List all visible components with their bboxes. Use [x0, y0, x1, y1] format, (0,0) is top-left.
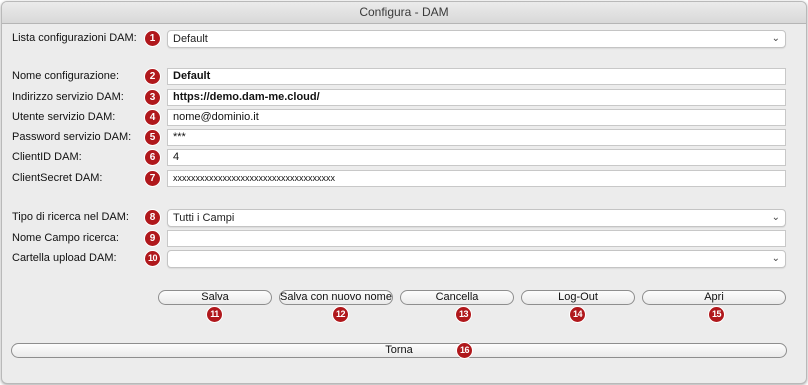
callout-badge-6: 6: [145, 150, 160, 165]
indirizzo-servizio-field[interactable]: https://demo.dam-me.cloud/: [167, 89, 786, 106]
tipo-ricerca-label: Tipo di ricerca nel DAM:: [12, 211, 129, 223]
callout-badge-3: 3: [145, 90, 160, 105]
clientsecret-label: ClientSecret DAM:: [12, 172, 103, 184]
clientid-field[interactable]: 4: [167, 149, 786, 166]
callout-badge-16: 16: [457, 343, 472, 358]
nome-configurazione-field[interactable]: Default: [167, 68, 786, 85]
callout-badge-7: 7: [145, 171, 160, 186]
callout-badge-10: 10: [145, 251, 160, 266]
salva-con-nuovo-nome-button[interactable]: Salva con nuovo nome: [279, 290, 393, 305]
password-servizio-label: Password servizio DAM:: [12, 131, 132, 143]
chevron-down-icon: ⌄: [771, 212, 780, 223]
callout-badge-5: 5: [145, 130, 160, 145]
clientsecret-field[interactable]: xxxxxxxxxxxxxxxxxxxxxxxxxxxxxxxxxxxx: [167, 170, 786, 187]
callout-badge-14: 14: [570, 307, 585, 322]
nome-configurazione-label: Nome configurazione:: [12, 70, 120, 82]
nome-campo-ricerca-field[interactable]: [167, 230, 786, 247]
lista-configurazioni-select[interactable]: Default ⌄: [167, 30, 786, 48]
clientid-label: ClientID DAM:: [12, 151, 82, 163]
salva-button[interactable]: Salva: [158, 290, 272, 305]
callout-badge-13: 13: [456, 307, 471, 322]
chevron-down-icon: ⌄: [771, 253, 780, 264]
callout-badge-8: 8: [145, 210, 160, 225]
password-servizio-field[interactable]: ***: [167, 129, 786, 146]
torna-button[interactable]: Torna: [11, 343, 787, 358]
chevron-down-icon: ⌄: [771, 33, 780, 44]
callout-badge-12: 12: [333, 307, 348, 322]
window-title: Configura - DAM: [2, 2, 806, 24]
callout-badge-4: 4: [145, 110, 160, 125]
tipo-ricerca-value: Tutti i Campi: [173, 212, 235, 224]
lista-configurazioni-label: Lista configurazioni DAM:: [12, 32, 137, 44]
apri-button[interactable]: Apri: [642, 290, 786, 305]
cancella-button[interactable]: Cancella: [400, 290, 514, 305]
callout-badge-15: 15: [709, 307, 724, 322]
utente-servizio-field[interactable]: nome@dominio.it: [167, 109, 786, 126]
tipo-ricerca-select[interactable]: Tutti i Campi ⌄: [167, 209, 786, 227]
indirizzo-servizio-label: Indirizzo servizio DAM:: [12, 91, 124, 103]
utente-servizio-label: Utente servizio DAM:: [12, 111, 116, 123]
nome-campo-ricerca-label: Nome Campo ricerca:: [12, 232, 119, 244]
callout-badge-1: 1: [145, 31, 160, 46]
callout-badge-9: 9: [145, 231, 160, 246]
configura-dam-window: Configura - DAM Lista configurazioni DAM…: [1, 1, 807, 384]
cartella-upload-select[interactable]: ⌄: [167, 250, 786, 268]
log-out-button[interactable]: Log-Out: [521, 290, 635, 305]
cartella-upload-label: Cartella upload DAM:: [12, 252, 117, 264]
callout-badge-11: 11: [207, 307, 222, 322]
lista-configurazioni-value: Default: [173, 33, 208, 45]
callout-badge-2: 2: [145, 69, 160, 84]
